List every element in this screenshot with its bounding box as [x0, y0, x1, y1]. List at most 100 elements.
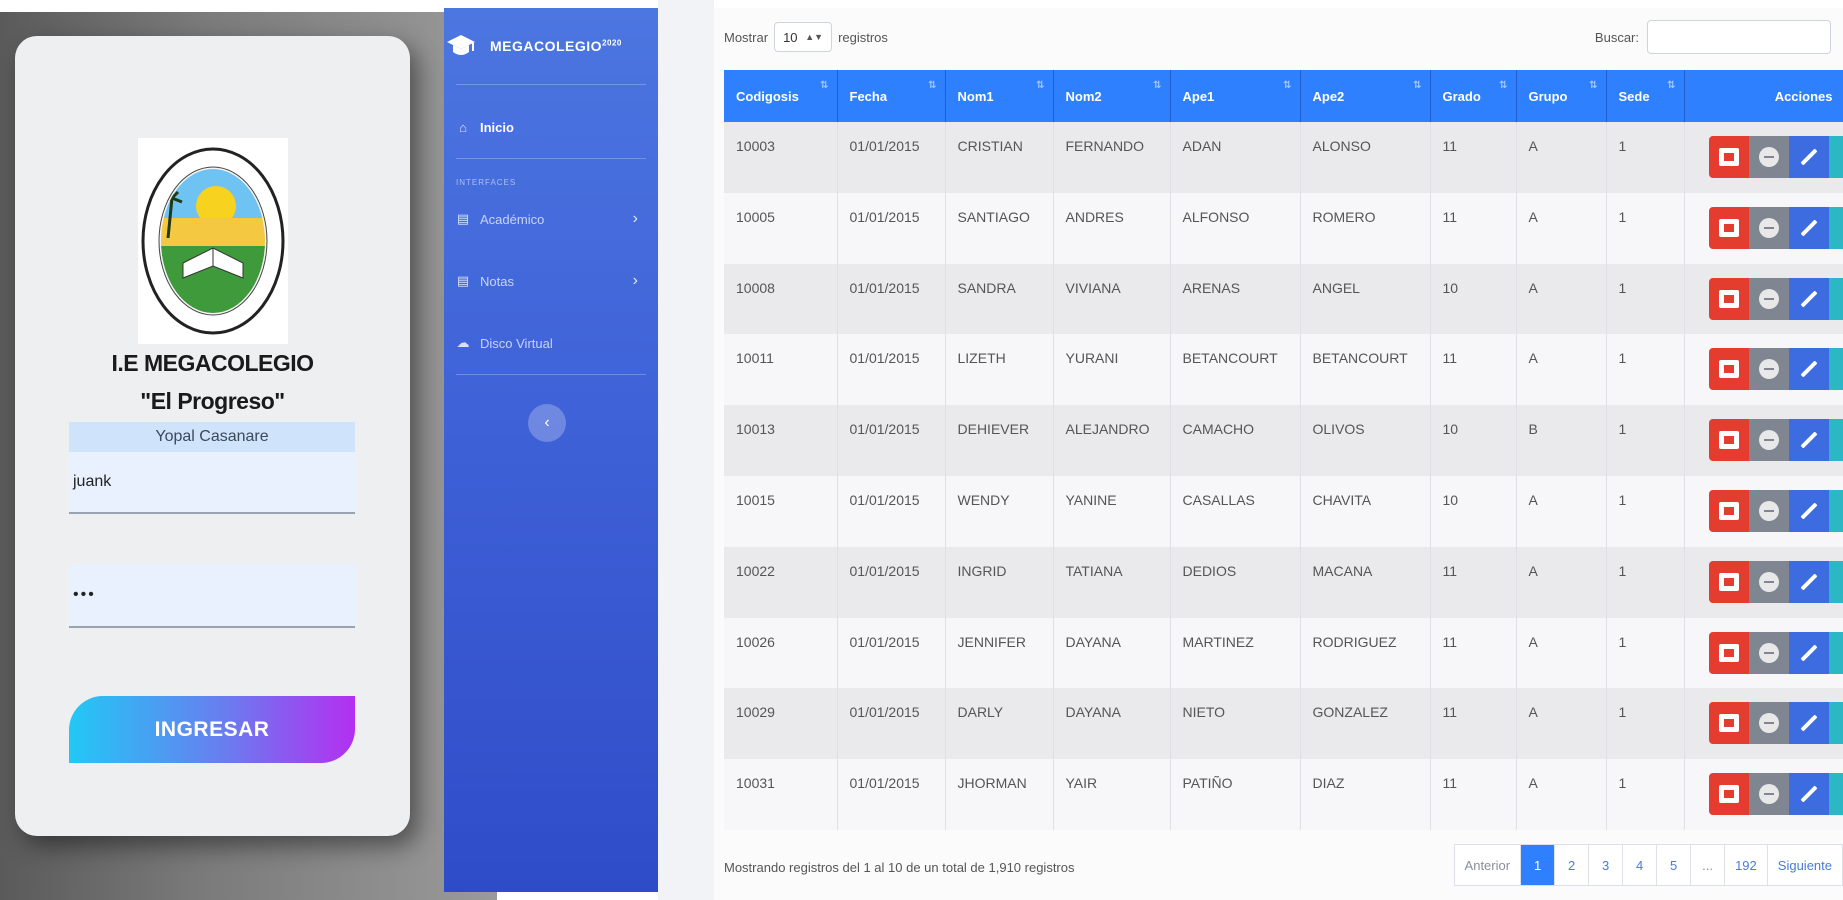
- cell-fecha: 01/01/2015: [837, 192, 946, 264]
- sidebar-item-label: Inicio: [480, 119, 514, 135]
- chevron-right-icon: ›: [632, 272, 638, 289]
- edit-button[interactable]: [1789, 206, 1829, 249]
- cell-acciones: [1684, 476, 1843, 547]
- cell-ape1: DEDIOS: [1170, 546, 1301, 618]
- cell-fecha: 01/01/2015: [837, 688, 946, 760]
- report-button[interactable]: [1709, 773, 1749, 816]
- edit-button[interactable]: [1789, 277, 1829, 320]
- report-button[interactable]: [1709, 206, 1749, 249]
- report-button[interactable]: [1709, 631, 1749, 674]
- column-header-grupo[interactable]: Grupo ⇅: [1516, 70, 1607, 122]
- view-button[interactable]: [1749, 206, 1789, 249]
- cell-ape1: BETANCOURT: [1170, 334, 1301, 406]
- sort-icon: ⇅: [1667, 80, 1676, 91]
- view-button[interactable]: [1749, 136, 1789, 178]
- report-button[interactable]: [1709, 136, 1749, 178]
- more-button[interactable]: [1829, 773, 1843, 816]
- column-header-codigosis[interactable]: Codigosis ⇅: [724, 70, 838, 122]
- password-field[interactable]: •••: [69, 564, 355, 628]
- more-button[interactable]: [1829, 136, 1843, 178]
- report-button[interactable]: [1709, 489, 1749, 532]
- view-button[interactable]: [1749, 702, 1789, 745]
- cell-nom2: YURANI: [1053, 334, 1171, 406]
- action-buttons: [1709, 206, 1843, 249]
- view-button[interactable]: [1749, 277, 1789, 320]
- action-buttons: [1709, 560, 1843, 603]
- status-icon: [1759, 359, 1779, 380]
- sidebar-toggle-button[interactable]: ‹: [528, 404, 566, 442]
- column-header-nom1[interactable]: Nom1 ⇅: [945, 70, 1054, 122]
- cell-grado: 10: [1430, 475, 1517, 547]
- more-button[interactable]: [1829, 206, 1843, 249]
- page-button-3[interactable]: 3: [1589, 845, 1624, 885]
- edit-button[interactable]: [1789, 702, 1829, 745]
- more-button[interactable]: [1829, 702, 1843, 745]
- view-button[interactable]: [1749, 560, 1789, 603]
- report-button[interactable]: [1709, 348, 1749, 391]
- main-content: Mostrar 10 ▲▼ registros Buscar: Codigosi…: [714, 8, 1843, 900]
- cell-nom2: DAYANA: [1053, 688, 1171, 760]
- sidebar-item-notas[interactable]: ▤ Notas ›: [454, 266, 654, 296]
- column-header-acciones[interactable]: Acciones: [1684, 70, 1843, 122]
- edit-button[interactable]: [1789, 348, 1829, 391]
- sidebar-item-label: Notas: [480, 273, 514, 289]
- table-row: 10008 01/01/2015 SANDRA VIVIANA ARENAS ANGEL 1…: [724, 263, 1843, 335]
- more-button[interactable]: [1829, 560, 1843, 603]
- cell-codigosis: 10029: [724, 688, 838, 760]
- sidebar-item-academico[interactable]: ▤ Académico ›: [454, 204, 654, 234]
- report-button[interactable]: [1709, 419, 1749, 462]
- cell-ape2: RODRIGUEZ: [1300, 617, 1431, 689]
- more-button[interactable]: [1829, 631, 1843, 674]
- page-button-2[interactable]: 2: [1555, 845, 1590, 885]
- search-input[interactable]: [1647, 20, 1831, 54]
- cell-grupo: A: [1516, 263, 1607, 335]
- username-field[interactable]: juank: [69, 452, 355, 514]
- edit-button[interactable]: [1789, 773, 1829, 816]
- view-button[interactable]: [1749, 348, 1789, 391]
- page-button-1[interactable]: 1: [1521, 845, 1556, 885]
- sidebar-item-disco-virtual[interactable]: ☁ Disco Virtual: [454, 328, 654, 358]
- view-button[interactable]: [1749, 631, 1789, 674]
- view-button[interactable]: [1749, 489, 1789, 532]
- page-size-select[interactable]: 10 ▲▼: [774, 22, 833, 52]
- edit-button[interactable]: [1789, 631, 1829, 674]
- column-header-ape2[interactable]: Ape2 ⇅: [1300, 70, 1431, 122]
- edit-button[interactable]: [1789, 136, 1829, 178]
- view-button[interactable]: [1749, 419, 1789, 462]
- cell-grupo: A: [1516, 334, 1607, 406]
- column-header-sede[interactable]: Sede ⇅: [1606, 70, 1685, 122]
- action-buttons: [1709, 136, 1843, 178]
- column-header-ape1[interactable]: Ape1 ⇅: [1170, 70, 1301, 122]
- more-button[interactable]: [1829, 348, 1843, 391]
- brand[interactable]: MEGACOLEGIO2020: [444, 26, 658, 66]
- cell-ape1: NIETO: [1170, 688, 1301, 760]
- next-page-button[interactable]: Siguiente: [1768, 845, 1842, 885]
- more-button[interactable]: [1829, 419, 1843, 462]
- more-button[interactable]: [1829, 489, 1843, 532]
- page-button-5[interactable]: 5: [1657, 845, 1692, 885]
- page-button-4[interactable]: 4: [1623, 845, 1658, 885]
- column-label: Grupo: [1528, 88, 1568, 104]
- report-icon: [1719, 572, 1739, 591]
- sidebar-item-inicio[interactable]: ⌂ Inicio: [454, 112, 654, 142]
- cell-codigosis: 10005: [724, 192, 838, 264]
- report-button[interactable]: [1709, 277, 1749, 320]
- sort-icon: ⇅: [820, 80, 829, 91]
- previous-page-button[interactable]: Anterior: [1455, 845, 1522, 885]
- cell-nom2: ALEJANDRO: [1053, 405, 1171, 476]
- cell-nom1: JENNIFER: [945, 617, 1054, 689]
- report-button[interactable]: [1709, 560, 1749, 603]
- status-icon: [1759, 784, 1779, 805]
- login-button[interactable]: INGRESAR: [69, 696, 355, 763]
- view-button[interactable]: [1749, 773, 1789, 816]
- report-button[interactable]: [1709, 702, 1749, 745]
- column-header-nom2[interactable]: Nom2 ⇅: [1053, 70, 1171, 122]
- edit-button[interactable]: [1789, 489, 1829, 532]
- edit-button[interactable]: [1789, 560, 1829, 603]
- edit-button[interactable]: [1789, 419, 1829, 462]
- page-button-192[interactable]: 192: [1725, 845, 1768, 885]
- column-header-grado[interactable]: Grado ⇅: [1430, 70, 1517, 122]
- column-header-fecha[interactable]: Fecha ⇅: [837, 70, 946, 122]
- status-icon: [1759, 147, 1779, 167]
- more-button[interactable]: [1829, 277, 1843, 320]
